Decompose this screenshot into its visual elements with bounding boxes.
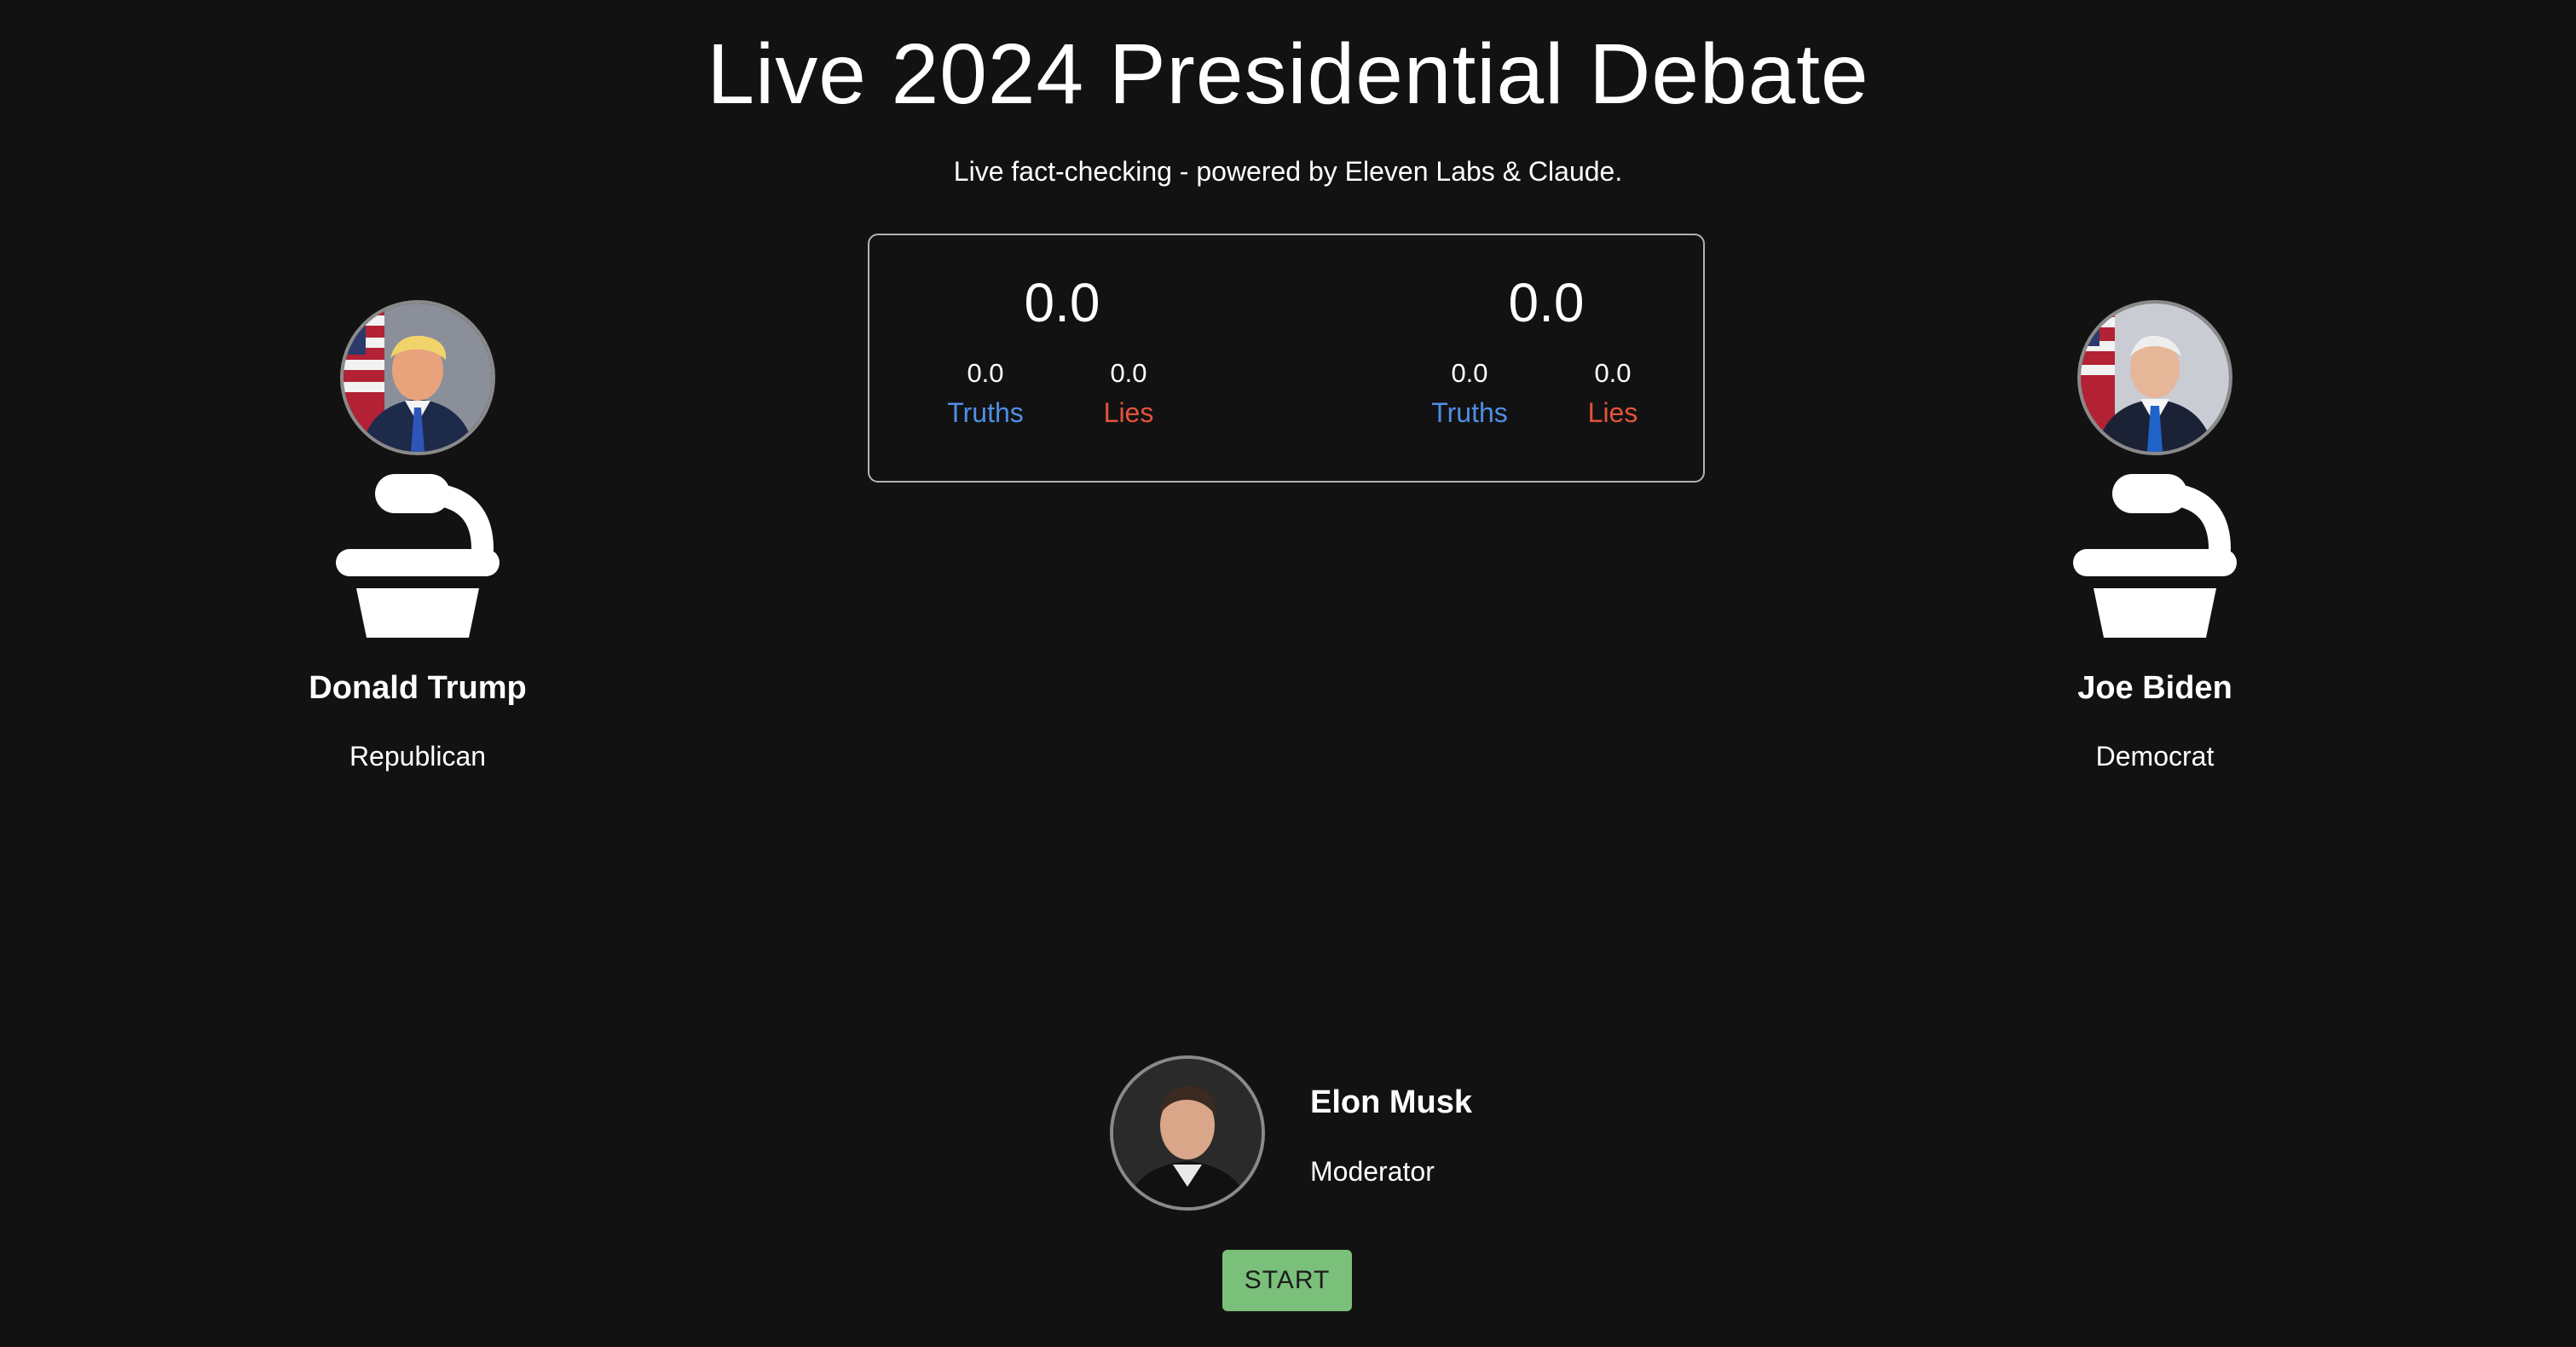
podium-microphone-icon bbox=[2073, 474, 2237, 638]
moderator-avatar bbox=[1110, 1055, 1265, 1211]
right-lies-label: Lies bbox=[1587, 397, 1638, 428]
moderator-portrait bbox=[1113, 1059, 1262, 1207]
candidate-left-portrait bbox=[344, 304, 492, 452]
moderator-name: Elon Musk bbox=[1310, 1084, 1473, 1120]
page-subtitle: Live fact-checking - powered by Eleven L… bbox=[953, 156, 1623, 187]
right-total-score: 0.0 bbox=[1508, 272, 1585, 333]
candidate-right-name: Joe Biden bbox=[2077, 670, 2232, 706]
podium-microphone-icon bbox=[336, 474, 500, 638]
scoreboard-right: 0.0 0.0 Truths 0.0 Lies bbox=[1410, 235, 1683, 481]
left-truths-value: 0.0 bbox=[967, 358, 1004, 388]
right-truths-value: 0.0 bbox=[1451, 358, 1488, 388]
moderator-role: Moderator bbox=[1310, 1156, 1435, 1187]
right-lies: 0.0 Lies bbox=[1553, 358, 1672, 429]
right-truths-label: Truths bbox=[1431, 397, 1508, 428]
candidate-right-party: Democrat bbox=[2095, 741, 2215, 772]
candidate-right-avatar bbox=[2077, 300, 2232, 455]
debate-page: Live 2024 Presidential Debate Live fact-… bbox=[0, 0, 2576, 1347]
left-total-score: 0.0 bbox=[1024, 272, 1100, 333]
candidate-left: Donald Trump Republican bbox=[290, 300, 546, 772]
left-lies-label: Lies bbox=[1103, 397, 1154, 428]
candidate-left-avatar bbox=[340, 300, 495, 455]
candidate-left-party: Republican bbox=[349, 741, 487, 772]
candidate-right-portrait bbox=[2081, 304, 2229, 452]
candidate-left-name: Donald Trump bbox=[309, 670, 527, 706]
right-truths: 0.0 Truths bbox=[1410, 358, 1529, 429]
left-lies-value: 0.0 bbox=[1110, 358, 1147, 388]
start-button[interactable]: START bbox=[1222, 1250, 1352, 1311]
left-lies: 0.0 Lies bbox=[1069, 358, 1188, 429]
left-truths-label: Truths bbox=[947, 397, 1024, 428]
candidate-right: Joe Biden Democrat bbox=[2027, 300, 2283, 772]
right-lies-value: 0.0 bbox=[1594, 358, 1632, 388]
scoreboard-left: 0.0 0.0 Truths 0.0 Lies bbox=[926, 235, 1198, 481]
moderator: Elon Musk Moderator bbox=[1110, 1055, 1536, 1217]
scoreboard: 0.0 0.0 Truths 0.0 Lies 0.0 0.0 Truths 0… bbox=[868, 234, 1705, 483]
page-title: Live 2024 Presidential Debate bbox=[707, 26, 1869, 122]
left-truths: 0.0 Truths bbox=[926, 358, 1045, 429]
